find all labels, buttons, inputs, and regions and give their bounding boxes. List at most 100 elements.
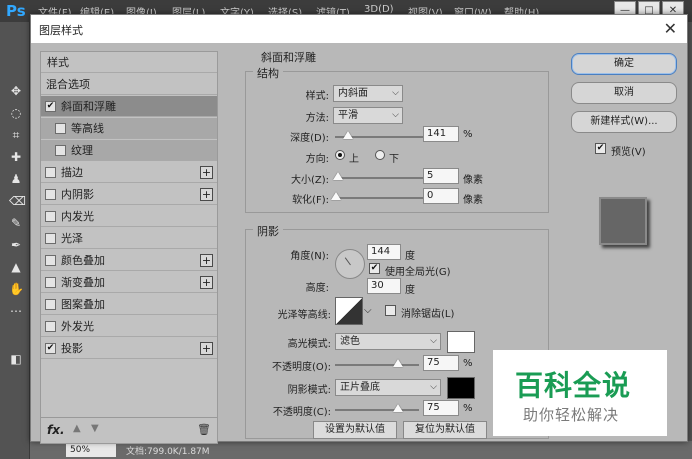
style-list-item[interactable]: 混合选项 xyxy=(41,74,217,95)
soften-slider[interactable] xyxy=(331,192,431,200)
style-list-item[interactable]: 外发光 xyxy=(41,316,217,337)
zoom-field[interactable]: 50% xyxy=(66,443,116,457)
style-checkbox[interactable] xyxy=(45,210,56,222)
style-checkbox[interactable] xyxy=(45,166,56,178)
shadow-mode-select[interactable]: 正片叠底 ⌵ xyxy=(335,379,441,396)
style-checkbox[interactable] xyxy=(55,122,66,134)
set-default-button[interactable]: 设置为默认值 xyxy=(313,421,397,439)
highlight-opacity-slider[interactable] xyxy=(335,359,419,367)
style-checkbox[interactable] xyxy=(45,254,56,266)
hand-tool-icon[interactable]: ✋ xyxy=(9,282,24,296)
cancel-button[interactable]: 取消 xyxy=(571,82,677,104)
style-checkbox[interactable] xyxy=(45,298,56,310)
style-list-item[interactable]: 纹理 xyxy=(41,140,217,161)
method-label: 方法: xyxy=(305,113,329,124)
dialog-titlebar: 图层样式 ✕ xyxy=(31,15,687,43)
soften-input[interactable]: 0 xyxy=(423,188,459,204)
shadow-color-swatch[interactable] xyxy=(447,377,475,399)
style-list-item[interactable]: 等高线 xyxy=(41,118,217,139)
pen-tool-icon[interactable]: ✒ xyxy=(9,238,23,252)
quick-mask-icon[interactable]: ◧ xyxy=(9,352,23,366)
size-slider-knob[interactable] xyxy=(333,172,343,180)
style-checkbox[interactable] xyxy=(45,276,56,288)
style-checkbox[interactable]: ✔ xyxy=(45,342,56,354)
shadow-opacity-knob[interactable] xyxy=(393,404,403,412)
add-effect-icon[interactable]: + xyxy=(200,276,213,289)
soften-label: 软化(F): xyxy=(292,195,329,206)
direction-down-radio[interactable] xyxy=(375,150,385,160)
depth-slider-knob[interactable] xyxy=(343,131,354,139)
close-icon[interactable]: ✕ xyxy=(664,19,677,38)
style-list-item[interactable]: 内阴影 + xyxy=(41,184,217,205)
altitude-input[interactable]: 30 xyxy=(367,278,401,294)
style-checkbox[interactable] xyxy=(45,188,56,200)
style-checkbox[interactable] xyxy=(45,320,56,332)
style-checkbox[interactable] xyxy=(45,232,56,244)
angle-dial[interactable] xyxy=(335,249,365,279)
style-list-item[interactable]: 图案叠加 xyxy=(41,294,217,315)
crop-tool-icon[interactable]: ⌗ xyxy=(9,128,23,142)
shadow-opacity-slider[interactable] xyxy=(335,404,419,412)
move-down-icon[interactable]: ▼ xyxy=(91,423,99,434)
preview-thumbnail xyxy=(599,197,647,245)
style-list-item[interactable]: ✔ 投影 + xyxy=(41,338,217,359)
bevel-style-select[interactable]: 内斜面 ⌵ xyxy=(333,85,403,102)
direction-up-radio[interactable] xyxy=(335,150,345,160)
shading-title: 阴影 xyxy=(253,223,283,239)
global-light-checkbox[interactable]: ✔ xyxy=(369,263,380,274)
technique-select[interactable]: 平滑 ⌵ xyxy=(333,107,403,124)
style-list-item[interactable]: 描边 + xyxy=(41,162,217,183)
style-checkbox[interactable]: ✔ xyxy=(45,100,56,112)
move-up-icon[interactable]: ▲ xyxy=(73,423,81,434)
depth-label: 深度(D): xyxy=(290,133,329,144)
style-list-item-label: 斜面和浮雕 xyxy=(61,100,116,113)
style-list-item[interactable]: 渐变叠加 + xyxy=(41,272,217,293)
ps-logo: Ps xyxy=(6,2,26,20)
antialias-checkbox[interactable] xyxy=(385,305,396,316)
preview-label: 预览(V) xyxy=(611,147,646,158)
depth-slider[interactable] xyxy=(335,131,431,139)
add-effect-icon[interactable]: + xyxy=(200,166,213,179)
healing-tool-icon[interactable]: ✚ xyxy=(9,150,23,164)
reset-default-button[interactable]: 复位为默认值 xyxy=(403,421,487,439)
fx-button[interactable]: fx. xyxy=(47,423,65,437)
trash-icon[interactable]: 🗑 xyxy=(197,423,211,436)
highlight-mode-label: 高光模式: xyxy=(287,339,331,350)
eraser-tool-icon[interactable]: ⌫ xyxy=(9,194,26,208)
gloss-contour-picker[interactable] xyxy=(335,297,363,325)
highlight-opacity-input[interactable]: 75 xyxy=(423,355,459,371)
highlight-mode-select[interactable]: 滤色 ⌵ xyxy=(335,333,441,350)
path-select-tool-icon[interactable]: ▲ xyxy=(9,260,23,274)
add-effect-icon[interactable]: + xyxy=(200,188,213,201)
size-slider[interactable] xyxy=(333,172,431,180)
soften-slider-knob[interactable] xyxy=(331,192,341,200)
chevron-down-icon: ⌵ xyxy=(392,110,399,120)
more-tools-icon[interactable]: ⋯ xyxy=(9,304,23,318)
style-list-item[interactable]: ✔ 斜面和浮雕 xyxy=(41,96,217,117)
style-list-item[interactable]: 颜色叠加 + xyxy=(41,250,217,271)
style-list-item[interactable]: 光泽 xyxy=(41,228,217,249)
angle-input[interactable]: 144 xyxy=(367,244,401,260)
add-effect-icon[interactable]: + xyxy=(200,342,213,355)
stamp-tool-icon[interactable]: ♟ xyxy=(9,172,23,186)
brush-tool-icon[interactable]: ✎ xyxy=(9,216,23,230)
style-list-header[interactable]: 样式 xyxy=(41,52,217,73)
watermark-slogan: 助你轻松解决 xyxy=(523,406,620,424)
chevron-down-icon[interactable]: ⌵ xyxy=(364,305,372,316)
move-tool-icon[interactable]: ✥ xyxy=(9,84,23,98)
new-style-button[interactable]: 新建样式(W)... xyxy=(571,111,677,133)
add-effect-icon[interactable]: + xyxy=(200,254,213,267)
lasso-tool-icon[interactable]: ◌ xyxy=(9,106,23,120)
preview-checkbox[interactable]: ✔ xyxy=(595,143,606,154)
size-input[interactable]: 5 xyxy=(423,168,459,184)
style-list-item[interactable]: 内发光 xyxy=(41,206,217,227)
bevel-section-title: 斜面和浮雕 xyxy=(261,51,316,64)
style-checkbox[interactable] xyxy=(55,144,66,156)
global-light-label: 使用全局光(G) xyxy=(385,267,451,278)
depth-input[interactable]: 141 xyxy=(423,126,459,142)
shadow-opacity-input[interactable]: 75 xyxy=(423,400,459,416)
highlight-color-swatch[interactable] xyxy=(447,331,475,353)
shadow-opacity-label: 不透明度(C): xyxy=(272,407,331,418)
ok-button[interactable]: 确定 xyxy=(571,53,677,75)
highlight-opacity-knob[interactable] xyxy=(393,359,403,367)
